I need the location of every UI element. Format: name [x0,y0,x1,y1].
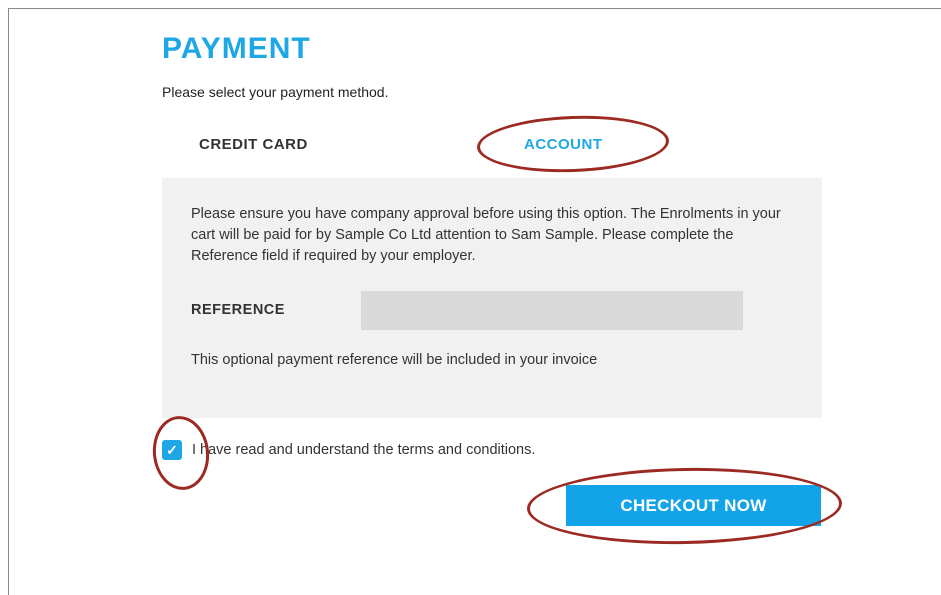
account-panel: Please ensure you have company approval … [162,178,822,418]
terms-row: ✓ I have read and understand the terms a… [162,440,535,460]
account-notice: Please ensure you have company approval … [191,206,781,264]
tab-account[interactable]: ACCOUNT [524,136,603,153]
tab-credit-card[interactable]: CREDIT CARD [199,136,308,153]
page-subtitle: Please select your payment method. [162,84,389,100]
checkout-now-button[interactable]: CHECKOUT NOW [566,485,821,526]
reference-input[interactable] [361,291,743,330]
terms-label: I have read and understand the terms and… [192,442,536,458]
checkmark-icon: ✓ [166,441,178,458]
reference-help-text: This optional payment reference will be … [191,352,598,368]
page-title: PAYMENT [162,32,311,65]
terms-checkbox[interactable]: ✓ [162,440,182,460]
reference-label: REFERENCE [191,302,285,318]
